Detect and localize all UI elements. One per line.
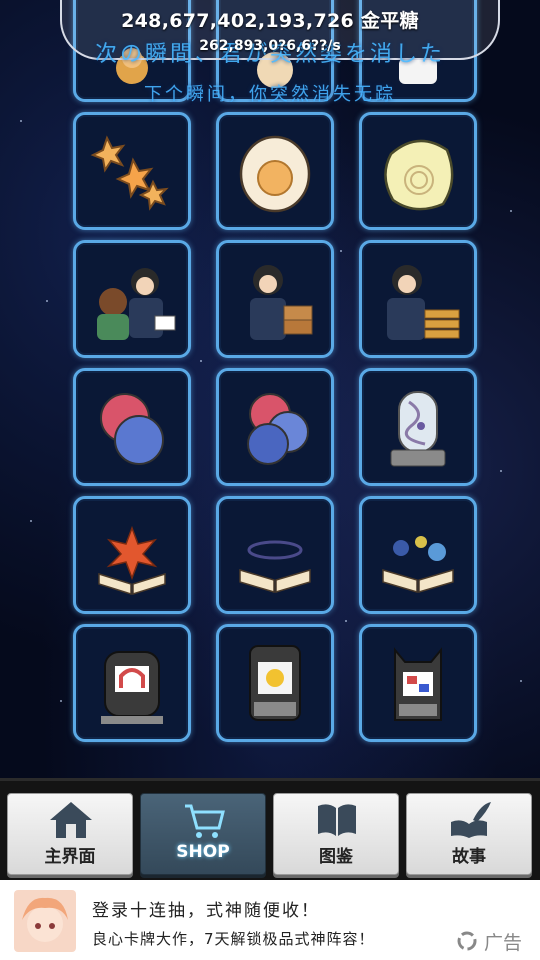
item-tile-10[interactable]	[73, 496, 191, 614]
nav-shop-button[interactable]: SHOP	[140, 793, 266, 875]
robot-sun-icon	[249, 645, 301, 721]
nav-story-button[interactable]: 故事	[406, 793, 532, 875]
item-tile-3[interactable]	[359, 112, 477, 230]
red-blue-spheres-icon	[100, 393, 164, 465]
item-tile-9[interactable]	[359, 368, 477, 486]
kompeito-stars-icon	[90, 135, 169, 211]
item-tile-2[interactable]	[216, 112, 334, 230]
quill-book-icon	[451, 802, 491, 838]
ad-avatar[interactable]	[14, 890, 76, 952]
item-tile-8[interactable]	[216, 368, 334, 486]
item-tile-1[interactable]	[73, 112, 191, 230]
book-icon	[318, 804, 356, 836]
robot-magnet-icon	[101, 651, 163, 724]
nav-home-button[interactable]: 主界面	[7, 793, 133, 875]
salesman-meeting-icon	[97, 268, 176, 340]
salesman-phone-boxes-icon	[250, 265, 313, 340]
ad-banner[interactable]: 登录十连抽，式神随便收！ 良心卡牌大作，7天解锁极品式神阵容！ 广告	[0, 880, 540, 960]
ring-book-icon	[239, 540, 311, 594]
bottom-nav: 主界面 SHOP 图鉴 故事	[0, 778, 540, 880]
item-tile-4[interactable]	[73, 240, 191, 358]
item-tile-7[interactable]	[73, 368, 191, 486]
item-tile-5[interactable]	[216, 240, 334, 358]
nav-home-label: 主界面	[44, 847, 96, 867]
boiled-egg-icon	[239, 135, 311, 213]
nav-shop-label: SHOP	[176, 842, 230, 862]
nav-story-label: 故事	[452, 847, 486, 867]
cart-icon	[185, 804, 225, 838]
item-tile-6[interactable]	[359, 240, 477, 358]
ad-headline: 登录十连抽，式神随便收！	[92, 901, 320, 921]
ad-label: 广告	[484, 932, 523, 954]
item-tile-14[interactable]	[216, 624, 334, 742]
game-stage: 248,677,402,193,726 金平糖 次の瞬間、君が突然姿を消した 2…	[0, 0, 540, 778]
robot-cat-icon	[394, 647, 442, 721]
planets-book-icon	[382, 536, 454, 594]
item-tile-13[interactable]	[73, 624, 191, 742]
salesman-gold-bars-icon	[387, 265, 460, 340]
currency-rate: 262,893,0?6,6??/s	[199, 38, 341, 54]
item-tile-15[interactable]	[359, 624, 477, 742]
item-tile-11[interactable]	[216, 496, 334, 614]
nav-encyclopedia-button[interactable]: 图鉴	[273, 793, 399, 875]
dna-capsule-icon	[390, 391, 446, 467]
nav-encyclopedia-label: 图鉴	[319, 847, 353, 867]
three-spheres-icon	[247, 393, 309, 465]
item-tile-12[interactable]	[359, 496, 477, 614]
currency-total: 248,677,402,193,726 金平糖	[121, 10, 419, 32]
exploding-book-icon	[98, 525, 166, 596]
fish-cake-icon	[384, 139, 454, 211]
house-icon	[50, 802, 92, 838]
ad-subline: 良心卡牌大作，7天解锁极品式神阵容！	[92, 930, 375, 948]
overlay-chinese-text: 下个瞬间，你突然消失无踪	[144, 84, 396, 105]
